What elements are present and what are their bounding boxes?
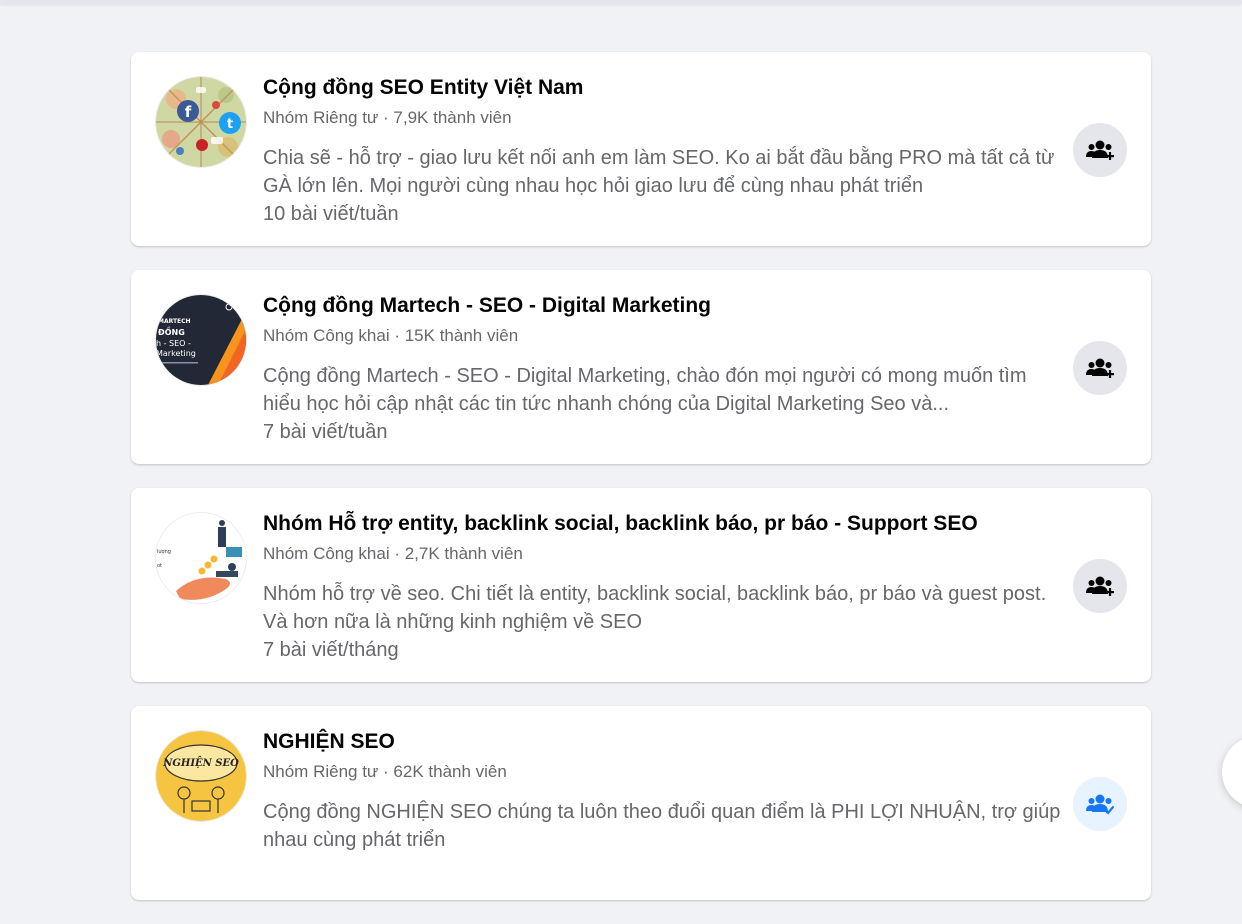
avatar-text: MARTECH <box>158 318 191 325</box>
group-meta: Nhóm Riêng tư · 7,9K thành viên <box>263 108 512 127</box>
group-meta: Nhóm Riêng tư · 62K thành viên <box>263 762 507 781</box>
group-post-frequency: 7 bài viết/tuần <box>263 421 388 443</box>
group-card[interactable]: f t Cộng đồng SEO Entity Việt Nam Nhóm R… <box>131 52 1151 246</box>
avatar-text: NGHIỆN SEO <box>162 757 239 769</box>
group-meta: Nhóm Công khai · 2,7K thành viên <box>263 544 523 563</box>
group-description: Nhóm hỗ trợ về seo. Chi tiết là entity, … <box>263 583 1047 633</box>
group-search-results: f t Cộng đồng SEO Entity Việt Nam Nhóm R… <box>131 52 1151 924</box>
group-info: Cộng đồng SEO Entity Việt Nam Nhóm Riêng… <box>263 74 1063 228</box>
group-join-icon <box>1086 358 1114 378</box>
group-card[interactable]: MARTECH ĐỒNG h - SEO - Marketing Cộng đồ… <box>131 270 1151 464</box>
join-group-button[interactable] <box>1073 341 1127 395</box>
svg-text:t: t <box>227 117 233 132</box>
join-group-button[interactable] <box>1073 123 1127 177</box>
join-group-button[interactable] <box>1073 559 1127 613</box>
group-post-frequency: 7 bài viết/tháng <box>263 639 399 661</box>
group-info: Cộng đồng Martech - SEO - Digital Market… <box>263 292 1063 446</box>
avatar-text: h - SEO - <box>156 339 191 348</box>
group-card[interactable]: lượng ot Nhóm Hỗ trợ entity, backlink so… <box>131 488 1151 682</box>
group-avatar-support-seo[interactable]: lượng ot <box>155 512 247 604</box>
group-card[interactable]: NGHIỆN SEO NGHIỆN SEO Nhóm Riêng tư · 62… <box>131 706 1151 900</box>
group-meta: Nhóm Công khai · 15K thành viên <box>263 326 519 345</box>
svg-text:f: f <box>185 103 192 121</box>
top-bar-edge <box>0 0 1242 4</box>
group-name[interactable]: NGHIỆN SEO <box>263 728 1063 756</box>
avatar-text: lượng <box>157 549 171 555</box>
group-joined-icon <box>1086 794 1114 815</box>
avatar-text: ot <box>157 563 162 569</box>
group-post-frequency: 10 bài viết/tuần <box>263 203 399 225</box>
joined-group-button[interactable] <box>1073 777 1127 831</box>
group-description: Chia sẽ - hỗ trợ - giao lưu kết nối anh … <box>263 147 1055 197</box>
group-avatar-martech[interactable]: MARTECH ĐỒNG h - SEO - Marketing <box>155 294 247 386</box>
group-name[interactable]: Cộng đồng SEO Entity Việt Nam <box>263 74 1063 102</box>
group-avatar-social-network[interactable]: f t <box>155 76 247 168</box>
group-info: Nhóm Hỗ trợ entity, backlink social, bac… <box>263 510 1063 664</box>
group-join-icon <box>1086 140 1114 160</box>
floating-chat-button[interactable] <box>1222 736 1242 808</box>
group-info: NGHIỆN SEO Nhóm Riêng tư · 62K thành viê… <box>263 728 1063 854</box>
group-join-icon <box>1086 576 1114 596</box>
group-name[interactable]: Nhóm Hỗ trợ entity, backlink social, bac… <box>263 510 1063 538</box>
group-name[interactable]: Cộng đồng Martech - SEO - Digital Market… <box>263 292 1063 320</box>
avatar-text: Marketing <box>156 349 196 358</box>
group-avatar-nghien-seo[interactable]: NGHIỆN SEO <box>155 730 247 822</box>
group-description: Cộng đồng Martech - SEO - Digital Market… <box>263 365 1027 415</box>
group-description: Cộng đồng NGHIỆN SEO chúng ta luôn theo … <box>263 801 1061 851</box>
